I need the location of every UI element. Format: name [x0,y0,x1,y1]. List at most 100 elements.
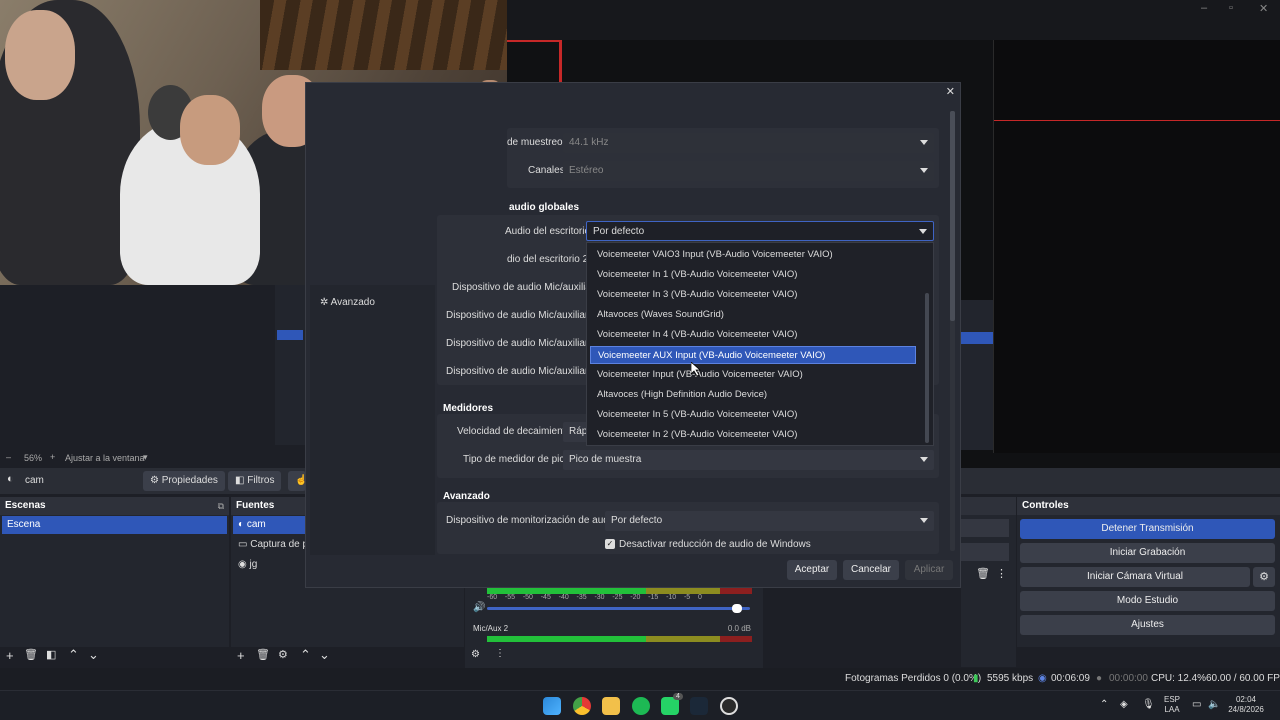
dropdown-option[interactable]: Altavoces (Waves SoundGrid) [590,306,916,324]
properties-button[interactable]: ⚙ Propiedades [143,471,225,491]
file-explorer-icon[interactable] [602,697,620,715]
settings-button[interactable]: Ajustes [1020,615,1275,635]
studio-mode-button[interactable]: Modo Estudio [1020,591,1275,611]
signal-icon: ▮ [973,673,979,684]
decay-label: Velocidad de decaimiento [457,426,571,437]
dropdown-option[interactable]: Voicemeeter VAIO3 Input (VB-Audio Voicem… [590,246,916,264]
sample-rate-select: 44.1 kHz [563,133,934,153]
fit-window-label[interactable]: Ajustar a la ventana [65,453,145,463]
dialog-scrollbar-thumb[interactable] [950,111,955,321]
dock-float-icon[interactable]: ⧉ [218,501,224,512]
start-recording-button[interactable]: Iniciar Grabación [1020,543,1275,563]
transition-menu-icon[interactable]: ⋮ [996,567,1007,580]
dropdown-option[interactable]: Voicemeeter Input (VB-Audio Voicemeeter … [590,366,916,384]
ducking-label[interactable]: Desactivar reducción de audio de Windows [619,539,811,550]
dropdown-option[interactable]: Voicemeeter In 5 (VB-Audio Voicemeeter V… [590,406,916,424]
scene-filter-icon[interactable]: ◧ [46,648,56,661]
mixer-gear-icon[interactable]: ⚙ [471,649,480,660]
volume-slider[interactable] [487,604,750,613]
add-scene-icon[interactable]: + [6,648,14,663]
volume-slider-thumb[interactable] [731,604,742,613]
move-down-icon[interactable]: ⌄ [88,647,99,663]
monitor-icon[interactable]: ▭ [1192,699,1201,710]
person-2-head [180,95,240,165]
dropdown-option-highlighted[interactable]: Voicemeeter AUX Input (VB-Audio Voicemee… [590,346,916,364]
source-item-label: cam [246,519,266,530]
delete-transition-icon[interactable]: 🗑 [976,567,990,580]
microphone-icon[interactable]: 🎙 [1142,699,1155,710]
status-bar: Fotogramas Perdidos 0 (0.0%) ▮ 5595 kbps… [0,668,1280,690]
whatsapp-badge: 4 [673,693,683,700]
peak-type-select[interactable]: Pico de muestra [563,450,934,470]
audio-mixer: -60 -55 -50 -45 -40 -35 -30 -25 -20 -15 … [465,588,763,668]
sidebar-item-advanced[interactable]: ✲ Avanzado [320,297,375,308]
ducking-checkbox[interactable]: ✓ [605,539,615,549]
steam-icon[interactable] [690,697,708,715]
zoom-in-button[interactable]: + [50,452,55,462]
close-icon[interactable]: ✕ [946,85,955,98]
language-indicator[interactable]: ESP LAA [1160,695,1184,715]
dropdown-option[interactable]: Voicemeeter In 2 (VB-Audio Voicemeeter V… [590,426,916,444]
source-item[interactable]: ◉ jg [233,556,262,574]
minimize-icon[interactable]: – [1201,2,1207,14]
source-item[interactable]: ◐ cam [233,516,308,534]
move-up-icon[interactable]: ⌃ [300,647,311,663]
dropdown-option[interactable]: Voicemeeter In 1 (VB-Audio Voicemeeter V… [590,266,916,284]
virtual-camera-gear-icon[interactable]: ⚙ [1253,567,1275,587]
maximize-icon[interactable]: ▫ [1229,2,1233,14]
chrome-icon[interactable] [573,697,591,715]
desktop-audio-select[interactable]: Por defecto [586,221,934,241]
move-down-icon[interactable]: ⌄ [319,647,330,663]
transition-select[interactable] [961,519,1009,537]
global-audio-section: audio globales [509,202,580,213]
close-window-icon[interactable]: ✕ [1259,2,1268,15]
filters-button[interactable]: ◧ Filtros [228,471,282,491]
chevron-up-icon[interactable]: ⌃ [1100,699,1108,710]
remove-source-icon[interactable]: 🗑 [256,648,270,661]
windows-start-icon[interactable] [543,697,561,715]
interact-button[interactable]: ☝ [288,471,307,491]
sample-rate-label: de muestreo [507,137,563,148]
chevron-down-icon [920,457,928,462]
clock[interactable]: 02:04 24/8/2026 [1225,695,1267,715]
duration-input[interactable] [961,543,1009,561]
chevron-down-icon[interactable]: ▾ [143,452,148,463]
cancel-button[interactable]: Cancelar [843,560,899,580]
source-icon: ◐ [7,473,14,485]
red-guide-line [994,120,1280,121]
ok-button[interactable]: Aceptar [787,560,837,580]
speaker-icon[interactable]: 🔊 [473,602,485,613]
mic-2-label: Dispositivo de audio Mic/auxiliar 2 [446,310,597,321]
network-icon[interactable]: ◈ [1120,699,1128,710]
level-meter-2 [487,636,752,642]
stop-stream-button[interactable]: Detener Transmisión [1020,519,1275,539]
volume-icon[interactable]: 🔈 [1208,699,1220,710]
red-border-line [559,40,562,85]
remove-scene-icon[interactable]: 🗑 [24,648,38,661]
add-source-icon[interactable]: + [237,648,245,663]
spotify-icon[interactable] [632,697,650,715]
cpu-usage: CPU: 12.4% [1151,673,1207,684]
gear-icon[interactable]: ⚙ [278,648,288,661]
desktop-audio-value: Por defecto [593,226,645,237]
settings-sidebar: ✲ Avanzado [310,285,435,555]
dropdown-option[interactable]: Voicemeeter In 4 (VB-Audio Voicemeeter V… [590,326,916,344]
dropdown-scrollbar[interactable] [925,293,929,443]
dropdown-option[interactable]: Voicemeeter In 3 (VB-Audio Voicemeeter V… [590,286,916,304]
scenes-title: Escenas [0,497,229,515]
obs-icon[interactable] [720,697,738,715]
mixer-menu-icon[interactable]: ⋮ [495,648,505,659]
stream-icon: ◉ [1038,673,1047,684]
monitoring-select[interactable]: Por defecto [605,511,934,531]
dialog-scrollbar[interactable] [950,111,955,551]
zoom-out-button[interactable]: – [6,452,11,462]
dropdown-option[interactable]: Altavoces (High Definition Audio Device) [590,386,916,404]
peak-type-label: Tipo de medidor de pico [463,454,570,465]
zoom-value: 56% [24,453,43,463]
desktop-audio-2-label: dio del escritorio 2 [507,254,589,265]
scene-item[interactable]: Escena [2,516,227,534]
virtual-camera-button[interactable]: Iniciar Cámara Virtual [1020,567,1250,587]
zoom-row: – 56% + Ajustar a la ventana ▾ [0,450,305,466]
move-up-icon[interactable]: ⌃ [68,647,79,663]
sidebar-item-label: Avanzado [330,297,375,308]
